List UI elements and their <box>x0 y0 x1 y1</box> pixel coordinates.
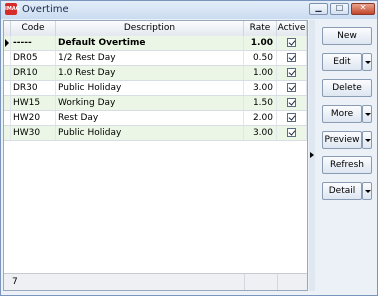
description-cell[interactable]: Public Holiday <box>56 81 244 95</box>
active-cell[interactable] <box>277 81 307 95</box>
footer-divider <box>277 274 278 290</box>
overtime-grid[interactable]: Code Description Rate Active ----- Defaul… <box>3 20 308 291</box>
footer-divider <box>244 274 245 290</box>
active-checkbox[interactable] <box>287 128 296 137</box>
row-selector-header[interactable] <box>4 21 11 36</box>
column-header-rate[interactable]: Rate <box>244 21 277 36</box>
refresh-button[interactable]: Refresh <box>322 156 372 174</box>
more-dropdown-button[interactable] <box>362 105 372 123</box>
row-indicator[interactable] <box>4 81 11 95</box>
more-button[interactable]: More <box>322 105 362 123</box>
rate-cell[interactable]: 3.00 <box>244 126 277 140</box>
description-cell[interactable]: 1/2 Rest Day <box>56 51 244 65</box>
active-checkbox[interactable] <box>287 83 296 92</box>
active-cell[interactable] <box>277 36 307 50</box>
close-icon: ✕ <box>359 3 367 12</box>
active-cell[interactable] <box>277 126 307 140</box>
row-indicator[interactable] <box>4 96 11 110</box>
description-cell[interactable]: Working Day <box>56 96 244 110</box>
edit-button[interactable]: Edit <box>322 53 362 71</box>
table-row[interactable]: DR10 1.0 Rest Day 1.00 <box>4 66 307 81</box>
column-header-active[interactable]: Active <box>277 21 307 36</box>
column-header-description[interactable]: Description <box>56 21 244 36</box>
grid-footer: 7 <box>4 273 307 290</box>
code-cell[interactable]: HW20 <box>11 111 56 125</box>
close-button[interactable]: ✕ <box>351 3 375 15</box>
delete-button[interactable]: Delete <box>322 79 372 97</box>
collapse-arrow-icon[interactable] <box>310 152 314 158</box>
code-cell[interactable]: DR30 <box>11 81 56 95</box>
table-row[interactable]: HW20 Rest Day 2.00 <box>4 111 307 126</box>
table-row[interactable]: ----- Default Overtime 1.00 <box>4 36 307 51</box>
rate-cell[interactable]: 2.00 <box>244 111 277 125</box>
code-cell[interactable]: DR05 <box>11 51 56 65</box>
active-checkbox[interactable] <box>287 113 296 122</box>
active-cell[interactable] <box>277 51 307 65</box>
row-indicator[interactable] <box>4 66 11 80</box>
window-title: Overtime <box>22 4 69 15</box>
new-button[interactable]: New <box>322 27 372 45</box>
code-cell[interactable]: HW30 <box>11 126 56 140</box>
row-indicator[interactable] <box>4 126 11 140</box>
table-row[interactable]: DR30 Public Holiday 3.00 <box>4 81 307 96</box>
description-cell[interactable]: Public Holiday <box>56 126 244 140</box>
description-cell[interactable]: Default Overtime <box>56 36 244 50</box>
table-row[interactable]: HW30 Public Holiday 3.00 <box>4 126 307 141</box>
preview-dropdown-button[interactable] <box>362 131 372 149</box>
record-count: 7 <box>12 277 18 287</box>
minimize-button[interactable]: ▁ <box>309 3 328 15</box>
detail-button[interactable]: Detail <box>322 182 362 200</box>
code-cell[interactable]: ----- <box>11 36 56 50</box>
active-checkbox[interactable] <box>287 98 296 107</box>
detail-dropdown-button[interactable] <box>362 182 372 200</box>
rate-cell[interactable]: 0.50 <box>244 51 277 65</box>
active-checkbox[interactable] <box>287 38 296 47</box>
description-cell[interactable]: Rest Day <box>56 111 244 125</box>
active-checkbox[interactable] <box>287 53 296 62</box>
app-logo-icon: IMAG <box>5 3 20 15</box>
active-cell[interactable] <box>277 66 307 80</box>
edit-dropdown-button[interactable] <box>362 53 372 71</box>
rate-cell[interactable]: 1.50 <box>244 96 277 110</box>
active-cell[interactable] <box>277 96 307 110</box>
active-cell[interactable] <box>277 111 307 125</box>
minimize-icon: ▁ <box>315 3 322 12</box>
row-indicator[interactable] <box>4 51 11 65</box>
column-header-code[interactable]: Code <box>11 21 56 36</box>
table-row[interactable]: DR05 1/2 Rest Day 0.50 <box>4 51 307 66</box>
rate-cell[interactable]: 1.00 <box>244 66 277 80</box>
table-row[interactable]: HW15 Working Day 1.50 <box>4 96 307 111</box>
code-cell[interactable]: DR10 <box>11 66 56 80</box>
row-indicator[interactable] <box>4 36 11 50</box>
grid-header: Code Description Rate Active <box>4 21 307 37</box>
description-cell[interactable]: 1.0 Rest Day <box>56 66 244 80</box>
active-checkbox[interactable] <box>287 68 296 77</box>
maximize-button[interactable]: □ <box>330 3 349 15</box>
rate-cell[interactable]: 1.00 <box>244 36 277 50</box>
preview-button[interactable]: Preview <box>322 131 362 149</box>
rate-cell[interactable]: 3.00 <box>244 81 277 95</box>
row-indicator[interactable] <box>4 111 11 125</box>
maximize-icon: □ <box>335 3 344 12</box>
title-bar[interactable]: IMAG Overtime ▁ □ ✕ <box>1 1 377 19</box>
current-row-pointer-icon <box>5 39 9 47</box>
code-cell[interactable]: HW15 <box>11 96 56 110</box>
